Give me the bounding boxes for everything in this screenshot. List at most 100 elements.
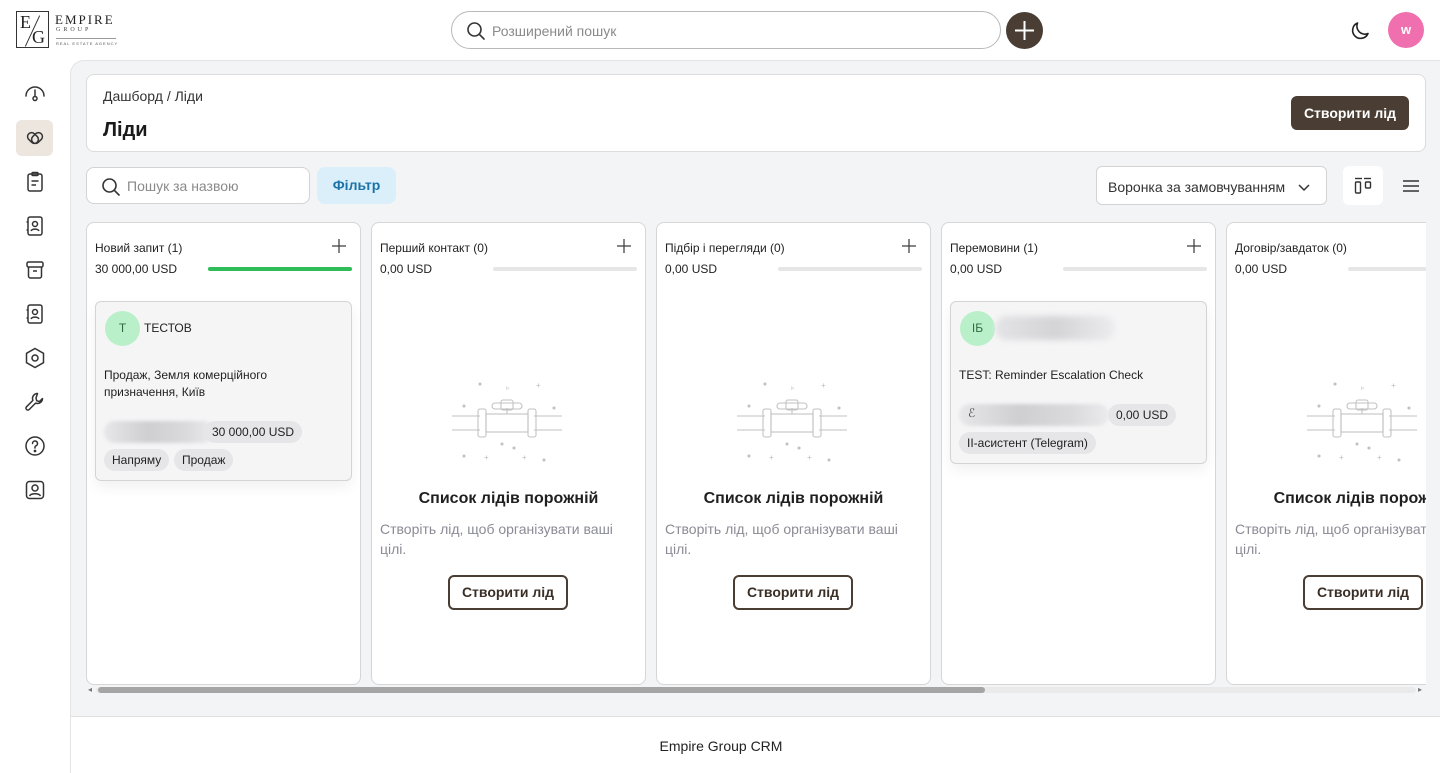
kanban-icon — [1354, 177, 1372, 194]
footer-text: Empire Group CRM — [659, 738, 783, 754]
user-link-icon: ℰ — [968, 406, 976, 420]
footer: Empire Group CRM — [71, 716, 1440, 773]
svg-text:▹: ▹ — [506, 385, 510, 392]
filter-button[interactable]: Фільтр — [317, 167, 396, 204]
contacts-book-icon[interactable] — [16, 208, 53, 244]
empty-pipe-illustration-icon: + + + ▹ — [737, 381, 847, 462]
profile-icon[interactable] — [16, 472, 53, 508]
breadcrumb[interactable]: Дашборд / Ліди — [103, 88, 203, 104]
svg-text:+: + — [1339, 453, 1344, 462]
column-title: Підбір і перегляди (0) — [665, 241, 785, 255]
column-sum: 0,00 USD — [950, 262, 1003, 276]
leads-link-icon[interactable] — [16, 120, 53, 156]
lead-amount: 30 000,00 USD — [204, 421, 303, 443]
dashboard-gauge-icon[interactable] — [16, 76, 53, 112]
scrollbar-thumb[interactable] — [98, 687, 985, 693]
lead-tag: Напряму — [104, 449, 170, 471]
list-view-button[interactable] — [1391, 166, 1431, 205]
lead-card[interactable]: Т ТЕСТОВ Продаж, Земля комерційного приз… — [95, 301, 352, 481]
svg-text:▹: ▹ — [1361, 385, 1365, 392]
svg-text:+: + — [821, 381, 826, 390]
user-avatar[interactable]: w — [1388, 12, 1424, 48]
archive-box-icon[interactable] — [16, 252, 53, 288]
blurred-contact-chip — [959, 404, 1109, 426]
lead-avatar: ІБ — [960, 311, 995, 346]
scroll-right-arrow-icon[interactable]: ▸ — [1418, 685, 1422, 695]
lead-search-input[interactable] — [127, 177, 297, 195]
empty-state-text: Створіть лід, щоб організувати ваші цілі… — [380, 521, 613, 557]
search-icon — [466, 21, 486, 46]
theme-toggle-moon-icon[interactable] — [1348, 19, 1372, 48]
quick-add-button[interactable] — [1006, 12, 1043, 49]
logo-monogram: E G — [16, 11, 49, 48]
column-title: Перший контакт (0) — [380, 241, 488, 255]
svg-text:+: + — [536, 381, 541, 390]
funnel-select[interactable]: Воронка за замовчуванням — [1096, 166, 1327, 205]
svg-text:+: + — [484, 453, 489, 462]
column-title: Перемовини (1) — [950, 241, 1038, 255]
svg-text:+: + — [1391, 381, 1396, 390]
wrench-icon[interactable] — [16, 384, 53, 420]
lead-description: TEST: Reminder Escalation Check — [959, 368, 1144, 382]
list-icon — [1403, 179, 1419, 192]
create-lead-button[interactable]: Створити лід — [1291, 96, 1409, 130]
svg-text:+: + — [807, 453, 812, 462]
add-lead-plus-icon[interactable] — [616, 238, 632, 254]
create-lead-button[interactable]: Створити лід — [448, 575, 568, 610]
column-sum: 0,00 USD — [1235, 262, 1288, 276]
kanban-column: Договір/завдаток (0) 0,00 USD + + + ▹ Спи — [1226, 222, 1426, 685]
kanban-column: Перший контакт (0) 0,00 USD + + + ▹ Списо — [371, 222, 646, 685]
svg-text:+: + — [1377, 453, 1382, 462]
blurred-lead-name — [995, 316, 1115, 340]
company-logo[interactable]: E G EMPIRE GROUP REAL ESTATE AGENCY — [16, 11, 126, 49]
search-icon — [101, 177, 121, 202]
create-lead-button[interactable]: Створити лід — [733, 575, 853, 610]
column-sum: 30 000,00 USD — [95, 262, 178, 276]
svg-text:+: + — [769, 453, 774, 462]
page-title: Ліди — [103, 119, 148, 141]
logo-sub: GROUP — [56, 27, 92, 33]
board-horizontal-scrollbar[interactable]: ◂ ▸ — [86, 685, 1426, 695]
page-header: Дашборд / Ліди Ліди Створити лід — [86, 74, 1426, 152]
empty-state-title: Список лідів порожній — [418, 490, 599, 507]
logo-letter-g: G — [32, 27, 45, 47]
column-title: Договір/завдаток (0) — [1235, 241, 1347, 255]
column-title: Новий запит (1) — [95, 241, 183, 255]
empty-state-text: Створіть лід, щоб організувати ваші цілі… — [665, 521, 898, 557]
help-circle-icon[interactable] — [16, 428, 53, 464]
scroll-left-arrow-icon[interactable]: ◂ — [88, 685, 92, 695]
kanban-column: Новий запит (1) 30 000,00 USD Т ТЕСТОВ П… — [86, 222, 361, 685]
empty-pipe-illustration-icon: + + + ▹ — [452, 381, 562, 462]
add-lead-plus-icon[interactable] — [901, 238, 917, 254]
main-content: Дашборд / Ліди Ліди Створити лід Фільтр … — [70, 60, 1440, 773]
svg-text:+: + — [522, 453, 527, 462]
kanban-view-button[interactable] — [1343, 166, 1383, 205]
funnel-select-value: Воронка за замовчуванням — [1108, 179, 1286, 195]
column-progress-bar — [1063, 267, 1207, 271]
global-search[interactable] — [451, 11, 1001, 49]
lead-search[interactable] — [86, 167, 310, 204]
lead-tag: Продаж — [174, 449, 234, 471]
lead-tag: ІІ-асистент (Telegram) — [959, 432, 1096, 454]
kanban-column: Перемовини (1) 0,00 USD ІБ TEST: Reminde… — [941, 222, 1216, 685]
address-book-icon[interactable] — [16, 296, 53, 332]
add-lead-plus-icon[interactable] — [1186, 238, 1202, 254]
chevron-down-icon — [1298, 184, 1310, 192]
column-progress-bar — [1348, 267, 1426, 271]
lead-card[interactable]: ІБ TEST: Reminder Escalation Check ℰ 0,0… — [950, 301, 1207, 464]
create-lead-button[interactable]: Створити лід — [1303, 575, 1423, 610]
global-search-input[interactable] — [492, 21, 972, 41]
svg-text:▹: ▹ — [791, 385, 795, 392]
lead-avatar: Т — [105, 311, 140, 346]
column-progress-bar — [208, 267, 352, 271]
column-sum: 0,00 USD — [380, 262, 433, 276]
logo-letter-e: E — [20, 12, 31, 32]
empty-state-text: Створіть лід, щоб організувати ваші цілі… — [1235, 521, 1426, 557]
top-bar: E G EMPIRE GROUP REAL ESTATE AGENCY w — [0, 0, 1440, 60]
clipboard-icon[interactable] — [16, 164, 53, 200]
settings-hexagon-icon[interactable] — [16, 340, 53, 376]
empty-state-title: Список лідів порожній — [1273, 490, 1426, 507]
empty-state-title: Список лідів порожній — [703, 490, 884, 507]
column-progress-bar — [778, 267, 922, 271]
add-lead-plus-icon[interactable] — [331, 238, 347, 254]
